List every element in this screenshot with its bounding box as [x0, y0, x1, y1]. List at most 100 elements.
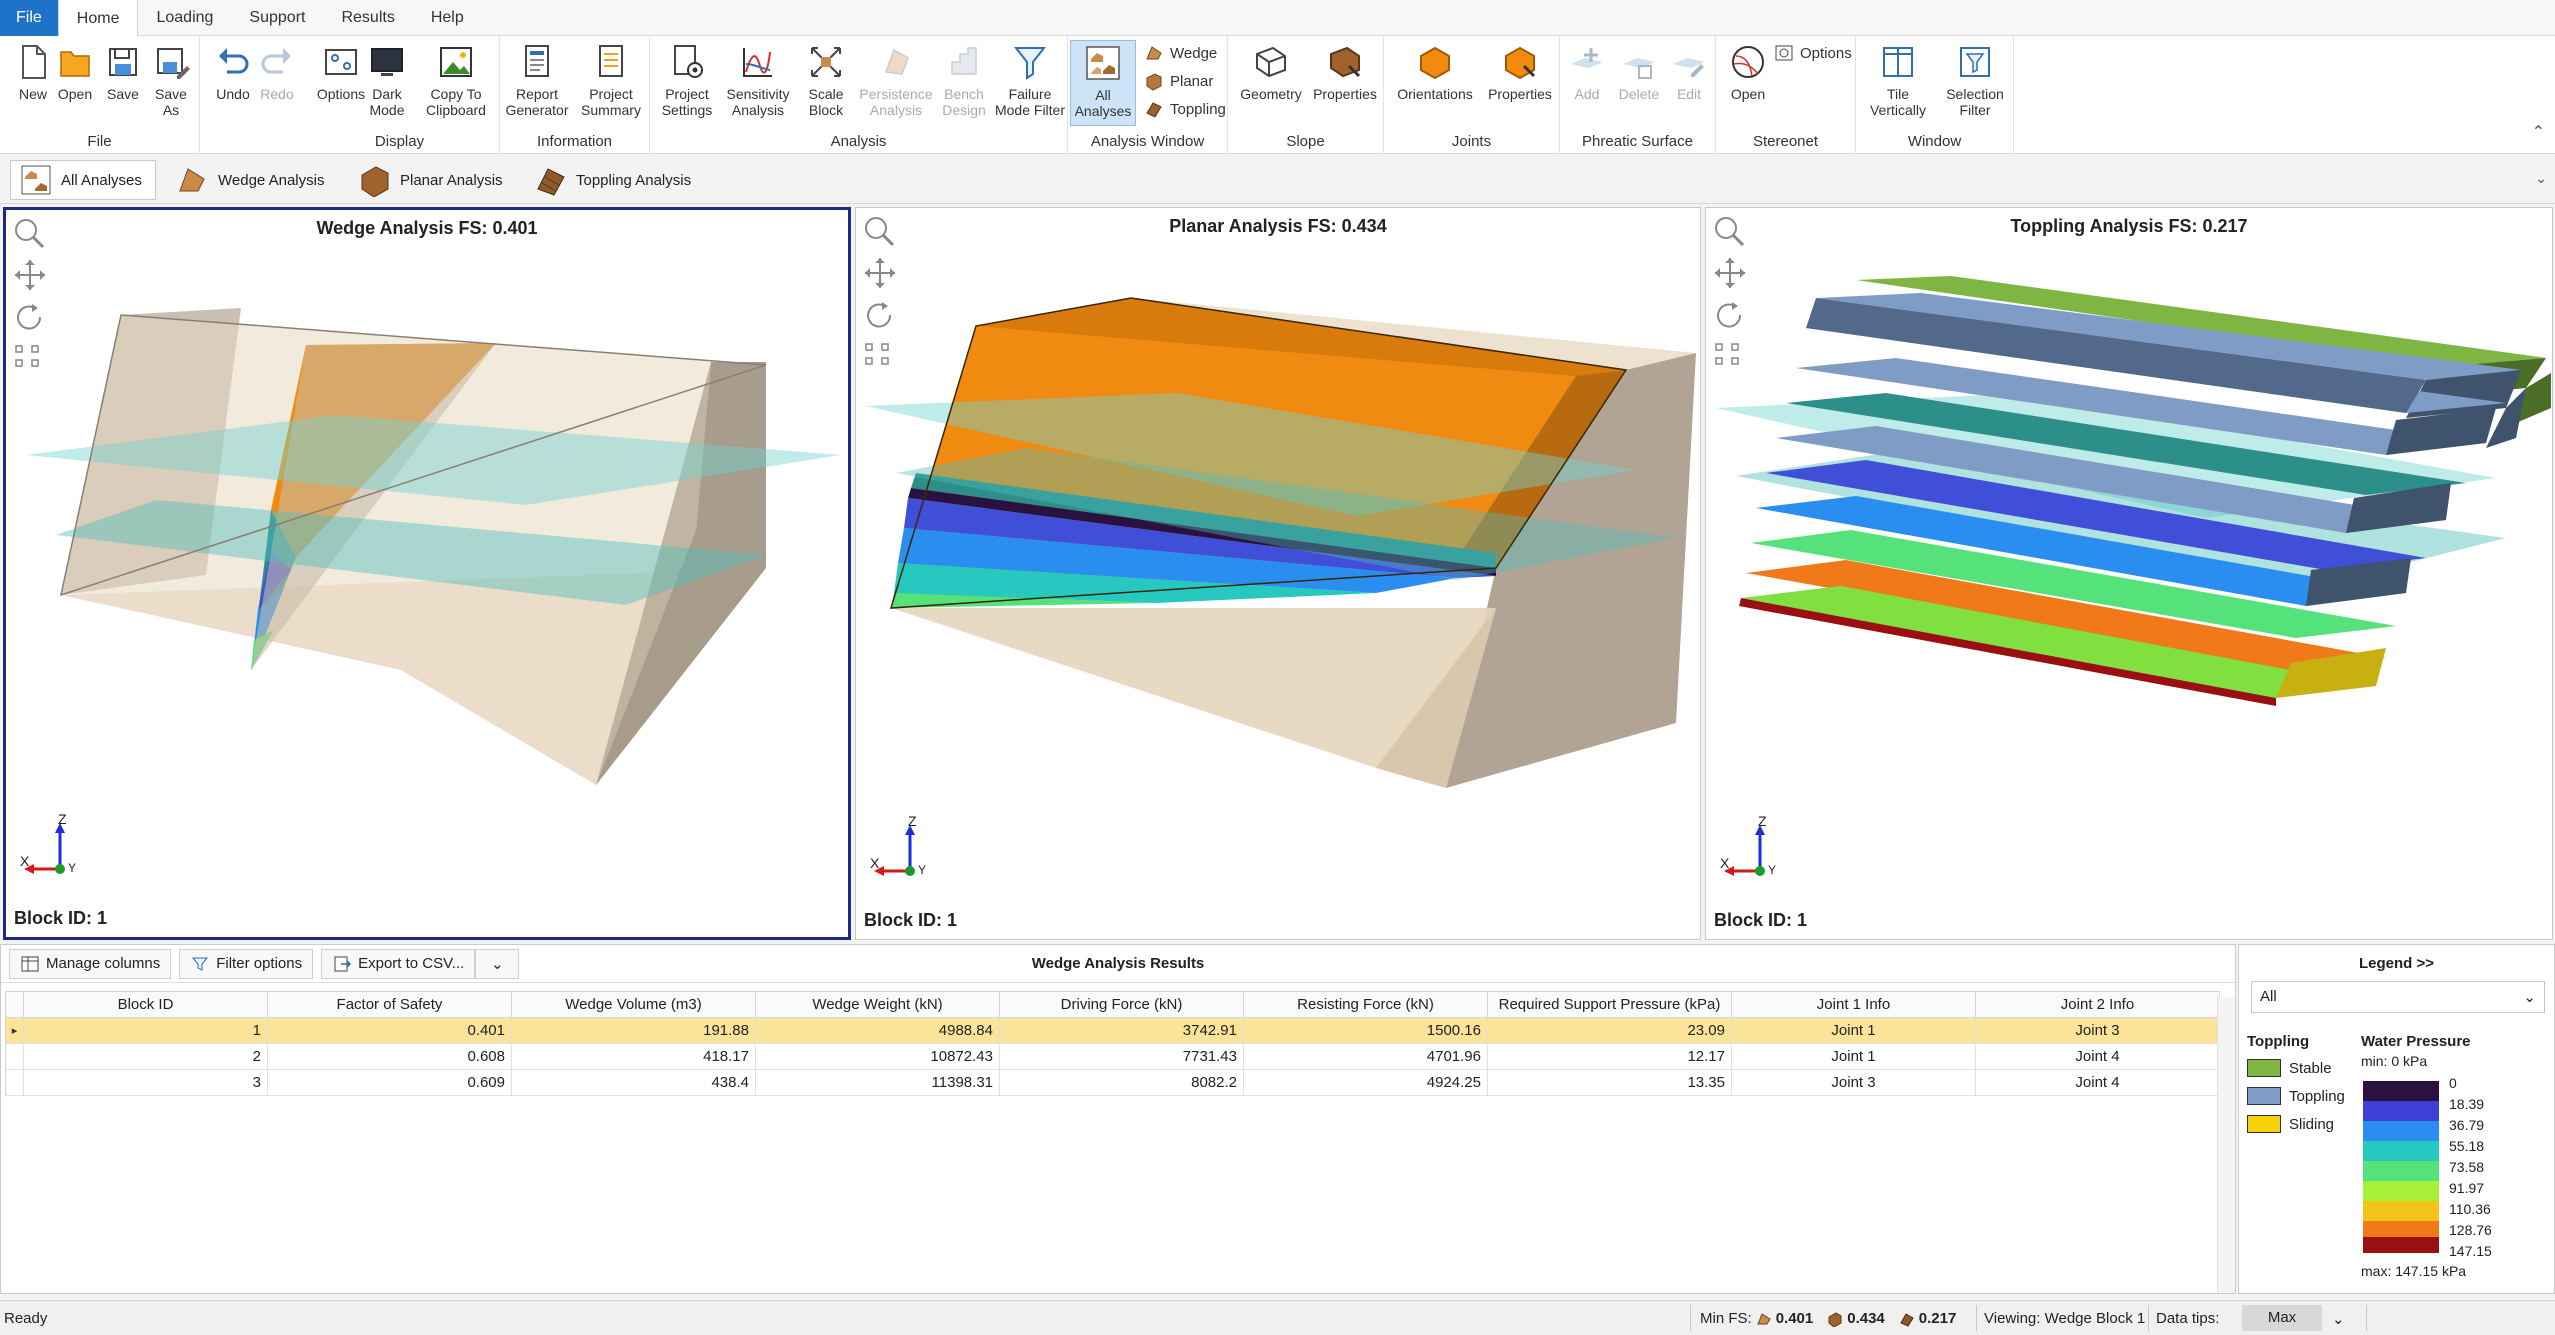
- tabs-overflow-icon[interactable]: ⌄: [2535, 170, 2547, 187]
- stereonet-open-button[interactable]: Open: [1720, 40, 1776, 124]
- pan-icon[interactable]: [12, 258, 48, 292]
- menu-help[interactable]: Help: [413, 0, 482, 36]
- group-information: Report Generator Project Summary Informa…: [500, 36, 650, 154]
- table-row[interactable]: 3 0.609 438.4 11398.31 8082.2 4924.25 13…: [5, 1069, 2220, 1096]
- project-summary-button[interactable]: Project Summary: [576, 40, 646, 124]
- rotate-icon[interactable]: [862, 298, 898, 332]
- sensitivity-analysis-button[interactable]: Sensitivity Analysis: [720, 40, 796, 124]
- selection-filter-icon: [1960, 47, 1990, 77]
- legend-toggle[interactable]: Legend >>: [2239, 955, 2554, 972]
- zoom-extents-icon[interactable]: [1712, 340, 1748, 370]
- data-tips-select[interactable]: Max: [2242, 1305, 2322, 1331]
- group-slope: Geometry Properties Slope: [1228, 36, 1384, 154]
- wedge-viewport[interactable]: Z X Y Wedge Analysis FS: 0.401 Block ID:…: [3, 207, 851, 940]
- stereonet-options-icon: [1775, 45, 1793, 61]
- menu-results[interactable]: Results: [323, 0, 412, 36]
- column-header[interactable]: Joint 2 Info: [1975, 991, 2220, 1018]
- table-row[interactable]: ▸ 1 0.401 191.88 4988.84 3742.91 1500.16…: [5, 1017, 2220, 1044]
- analysis-tabs: All Analyses Wedge Analysis Planar Analy…: [0, 154, 2555, 204]
- menu-file[interactable]: File: [0, 0, 58, 36]
- wedge-3d-scene[interactable]: [6, 210, 848, 937]
- menu-support[interactable]: Support: [231, 0, 323, 36]
- rotate-icon[interactable]: [12, 300, 48, 334]
- column-header[interactable]: Required Support Pressure (kPa): [1487, 991, 1732, 1018]
- redo-icon: [261, 48, 291, 74]
- tab-planar-analysis[interactable]: Planar Analysis: [350, 160, 511, 200]
- column-header[interactable]: Driving Force (kN): [999, 991, 1244, 1018]
- tab-wedge-analysis[interactable]: Wedge Analysis: [168, 160, 332, 200]
- joint-properties-button[interactable]: Properties: [1484, 40, 1556, 124]
- summary-icon: [599, 45, 623, 77]
- persistence-analysis-button[interactable]: Persistence Analysis: [858, 40, 934, 124]
- planar-3d-scene[interactable]: [856, 208, 1700, 939]
- scale-block-icon: [811, 47, 841, 77]
- status-ready: Ready: [4, 1310, 48, 1327]
- report-generator-button[interactable]: Report Generator: [504, 40, 570, 124]
- delete-surface-icon: [1623, 58, 1655, 79]
- column-header[interactable]: Joint 1 Info: [1731, 991, 1976, 1018]
- all-analyses-tab-icon: [21, 165, 51, 195]
- scale-block-button[interactable]: Scale Block: [798, 40, 854, 124]
- legend-filter-select[interactable]: All ⌄: [2251, 981, 2545, 1013]
- group-window: Tile Vertically Selection Filter Window: [1856, 36, 2014, 154]
- phreatic-delete-button[interactable]: Delete: [1614, 40, 1664, 124]
- wedge-window-button[interactable]: Wedge: [1144, 40, 1217, 66]
- project-settings-button[interactable]: Project Settings: [654, 40, 720, 124]
- results-scrollbar[interactable]: [2217, 997, 2235, 1293]
- toppling-window-button[interactable]: Toppling: [1144, 96, 1226, 122]
- group-analysis-label: Analysis: [830, 133, 887, 150]
- rotate-icon[interactable]: [1712, 298, 1748, 332]
- phreatic-edit-button[interactable]: Edit: [1666, 40, 1712, 124]
- joint-properties-icon: [1505, 46, 1536, 80]
- column-header[interactable]: Wedge Volume (m3): [511, 991, 756, 1018]
- column-header[interactable]: Factor of Safety: [267, 991, 512, 1018]
- column-header[interactable]: Wedge Weight (kN): [755, 991, 1000, 1018]
- bench-design-button[interactable]: Bench Design: [936, 40, 992, 124]
- zoom-extents-icon[interactable]: [862, 340, 898, 370]
- menu-home[interactable]: Home: [57, 0, 139, 37]
- pan-icon[interactable]: [1712, 256, 1748, 290]
- group-phreatic-surface: Add Delete Edit Phreatic Surface: [1560, 36, 1716, 154]
- slope-properties-button[interactable]: Properties: [1310, 40, 1380, 124]
- tile-vertically-button[interactable]: Tile Vertically: [1862, 40, 1934, 124]
- collapse-ribbon-icon[interactable]: ⌃: [2532, 122, 2545, 142]
- bench-design-icon: [951, 47, 977, 75]
- selection-filter-button[interactable]: Selection Filter: [1940, 40, 2010, 124]
- dark-mode-button[interactable]: Dark Mode: [362, 40, 412, 124]
- wedge-icon: [1146, 46, 1162, 60]
- ribbon: New Open Save Save As File Undo Redo Opt…: [0, 36, 2555, 154]
- tab-all-analyses[interactable]: All Analyses: [10, 160, 156, 200]
- toppling-icon: [1146, 102, 1162, 118]
- export-csv-button[interactable]: Export to CSV...: [321, 948, 476, 979]
- zoom-extents-icon[interactable]: [12, 342, 48, 372]
- table-row[interactable]: 2 0.608 418.17 10872.43 7731.43 4701.96 …: [5, 1043, 2220, 1070]
- chevron-down-icon[interactable]: ⌄: [2332, 1310, 2345, 1328]
- manage-columns-button[interactable]: Manage columns: [9, 948, 172, 979]
- group-analysis-window: All Analyses Wedge Planar Toppling Analy…: [1068, 36, 1228, 154]
- stereonet-icon: [1732, 46, 1764, 78]
- column-header[interactable]: Resisting Force (kN): [1243, 991, 1488, 1018]
- planar-viewport[interactable]: Z X Y Planar Analysis FS: 0.434 Block ID…: [855, 207, 1701, 940]
- all-analyses-button[interactable]: All Analyses: [1070, 40, 1136, 126]
- menu-loading[interactable]: Loading: [138, 0, 231, 36]
- filter-options-button[interactable]: Filter options: [179, 948, 314, 979]
- viewport-tools: [1712, 214, 1752, 378]
- pan-icon[interactable]: [862, 256, 898, 290]
- planar-window-button[interactable]: Planar: [1144, 68, 1213, 94]
- toppling-viewport[interactable]: Z X Y Toppling Analysis FS: 0.217 Block …: [1705, 207, 2553, 940]
- copy-to-clipboard-button[interactable]: Copy To Clipboard: [418, 40, 494, 124]
- save-as-button[interactable]: Save As: [138, 40, 204, 124]
- phreatic-add-button[interactable]: Add: [1564, 40, 1610, 124]
- orientations-button[interactable]: Orientations: [1390, 40, 1480, 124]
- planar-block-id: Block ID: 1: [864, 910, 958, 930]
- column-header[interactable]: Block ID: [23, 991, 268, 1018]
- group-slope-label: Slope: [1286, 133, 1325, 150]
- results-table: Block ID Factor of Safety Wedge Volume (…: [5, 991, 2220, 1096]
- wedge-icon: [1756, 1312, 1771, 1324]
- export-dropdown-button[interactable]: ⌄: [475, 948, 520, 979]
- failure-mode-filter-button[interactable]: Failure Mode Filter: [994, 40, 1066, 124]
- geometry-button[interactable]: Geometry: [1236, 40, 1306, 124]
- tab-toppling-analysis[interactable]: Toppling Analysis: [526, 160, 699, 200]
- stereonet-options-button[interactable]: Options: [1774, 40, 1852, 66]
- toppling-3d-scene[interactable]: [1706, 208, 2552, 939]
